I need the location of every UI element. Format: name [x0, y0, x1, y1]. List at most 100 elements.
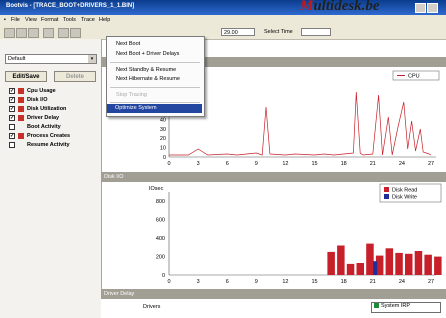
y-tick-label: 0 — [162, 273, 165, 279]
menu-trace[interactable]: Trace — [81, 17, 95, 23]
disk-read-bar — [337, 245, 345, 275]
select-time-label: Select Time — [264, 29, 293, 35]
menu-item-next-boot[interactable]: Next Boot — [116, 41, 140, 47]
disk-read-bar — [327, 251, 335, 275]
chart-icon — [18, 114, 24, 121]
disk-read-bar — [434, 256, 442, 275]
print-icon[interactable] — [28, 28, 39, 38]
disk-legend: Disk ReadDisk Write — [379, 183, 442, 203]
x-tick-label: 15 — [311, 161, 317, 167]
disk-legend-write: Disk Write — [392, 195, 417, 201]
x-tick-label: 24 — [399, 161, 405, 167]
preset-select[interactable]: Default ▾ — [5, 54, 97, 64]
category-boot-activity[interactable]: Boot Activity — [9, 123, 61, 131]
disk-read-bar — [356, 263, 364, 275]
x-tick-label: 0 — [167, 161, 170, 167]
chart-icon — [18, 96, 24, 103]
select-time-field[interactable] — [301, 28, 331, 36]
checkbox[interactable]: ✓ — [9, 87, 15, 94]
category-disk-utilization[interactable]: ✓ Disk Utilization — [9, 105, 66, 113]
open-icon[interactable] — [4, 28, 15, 38]
maximize-icon[interactable] — [427, 3, 438, 13]
disk-read-bar — [395, 252, 403, 275]
checkbox[interactable] — [9, 141, 15, 148]
category-disk-io[interactable]: ✓ Disk I/O — [9, 96, 47, 104]
x-tick-label: 18 — [341, 279, 347, 285]
x-tick-label: 21 — [370, 279, 376, 285]
disk-chart: IOsec 800 600 400 200 00 3 6 9 12 15 18 21 24 27 Disk R… — [149, 183, 442, 285]
x-tick-label: 12 — [282, 279, 288, 285]
category-process-creates[interactable]: ✓ Process Creates — [9, 132, 70, 140]
x-tick-label: 18 — [341, 161, 347, 167]
y-tick-label: 20 — [160, 136, 166, 142]
chart-icon — [18, 105, 24, 112]
x-tick-label: 15 — [311, 279, 317, 285]
zoom-field[interactable]: 29.00 — [221, 28, 255, 36]
checkbox[interactable] — [9, 123, 15, 130]
toolbar: 29.00 Select Time — [0, 26, 446, 40]
delete-button[interactable]: Delete — [54, 71, 96, 82]
zoom-in-icon[interactable] — [58, 28, 69, 38]
menu-separator — [110, 62, 200, 63]
save-icon[interactable] — [16, 28, 27, 38]
blank-icon — [18, 124, 24, 130]
disk-panel-header: Disk I/O — [101, 172, 446, 182]
disk-read-bar — [346, 263, 355, 275]
legend-swatch-read — [384, 187, 389, 192]
category-cpu-usage[interactable]: ✓ Cpu Usage — [9, 87, 56, 95]
checkbox[interactable]: ✓ — [9, 96, 15, 103]
blank-icon — [18, 142, 24, 148]
menu-item-stop-tracing[interactable]: Stop Tracing — [116, 92, 147, 98]
disk-read-bar — [405, 253, 413, 275]
driver-legend: System IRP — [371, 302, 441, 313]
y-tick-label: 0 — [163, 155, 166, 161]
x-tick-label: 27 — [428, 279, 434, 285]
menu-item-next-hibernate-resume[interactable]: Next Hibernate & Resume — [116, 76, 180, 82]
edit-save-button[interactable]: Edit/Save — [5, 71, 47, 82]
x-tick-label: 24 — [399, 279, 405, 285]
menu-item-next-standby-resume[interactable]: Next Standby & Resume — [116, 67, 176, 73]
app-icon: ▪ — [4, 17, 6, 23]
x-tick-label: 6 — [226, 279, 229, 285]
x-tick-label: 27 — [428, 161, 434, 167]
y-tick-label: 30 — [160, 127, 166, 133]
menu-separator — [110, 102, 200, 103]
menu-item-next-boot-driver-delays[interactable]: Next Boot + Driver Delays — [116, 51, 179, 57]
checkbox[interactable]: ✓ — [9, 105, 15, 112]
menu-view[interactable]: View — [25, 17, 37, 23]
chart-icon — [18, 87, 24, 94]
menu-separator — [110, 87, 200, 88]
legend-swatch — [374, 303, 379, 309]
category-driver-delay[interactable]: ✓ Driver Delay — [9, 114, 59, 122]
chevron-down-icon[interactable]: ▾ — [88, 55, 96, 63]
y-tick-label: 600 — [156, 218, 165, 224]
y-tick-label: 800 — [156, 199, 165, 205]
menu-file[interactable]: File — [11, 17, 20, 23]
menu-item-optimize-system[interactable]: Optimize System — [107, 104, 202, 113]
menu-format[interactable]: Format — [41, 17, 58, 23]
disk-legend-read: Disk Read — [392, 188, 417, 194]
disk-read-bar — [424, 254, 432, 275]
optimize-system-label: Optimize System — [115, 105, 157, 111]
y-tick-label: 40 — [160, 118, 166, 124]
title-bar: Bootvis - [TRACE_BOOT+DRIVERS_1_1.BIN] M… — [0, 0, 446, 25]
driver-row-label: Drivers — [143, 304, 161, 310]
x-tick-label: 0 — [167, 279, 170, 285]
brand-accent: M — [300, 0, 314, 14]
menu-help[interactable]: Help — [99, 17, 110, 23]
chart-icon — [18, 132, 24, 139]
zoom-out-icon[interactable] — [70, 28, 81, 38]
cpu-series-line — [169, 91, 432, 156]
window-title: Bootvis - [TRACE_BOOT+DRIVERS_1_1.BIN] — [6, 3, 135, 9]
checkbox[interactable]: ✓ — [9, 132, 15, 139]
disk-read-bar — [385, 248, 394, 275]
checkbox[interactable]: ✓ — [9, 114, 15, 121]
x-tick-label: 21 — [370, 161, 376, 167]
cpu-legend: CPU — [392, 70, 440, 81]
minimize-icon[interactable] — [415, 3, 426, 13]
x-tick-label: 9 — [255, 279, 258, 285]
menu-tools[interactable]: Tools — [63, 17, 76, 23]
category-resume-activity[interactable]: Resume Activity — [9, 141, 70, 149]
properties-icon[interactable] — [43, 28, 54, 38]
x-tick-label: 9 — [255, 161, 258, 167]
